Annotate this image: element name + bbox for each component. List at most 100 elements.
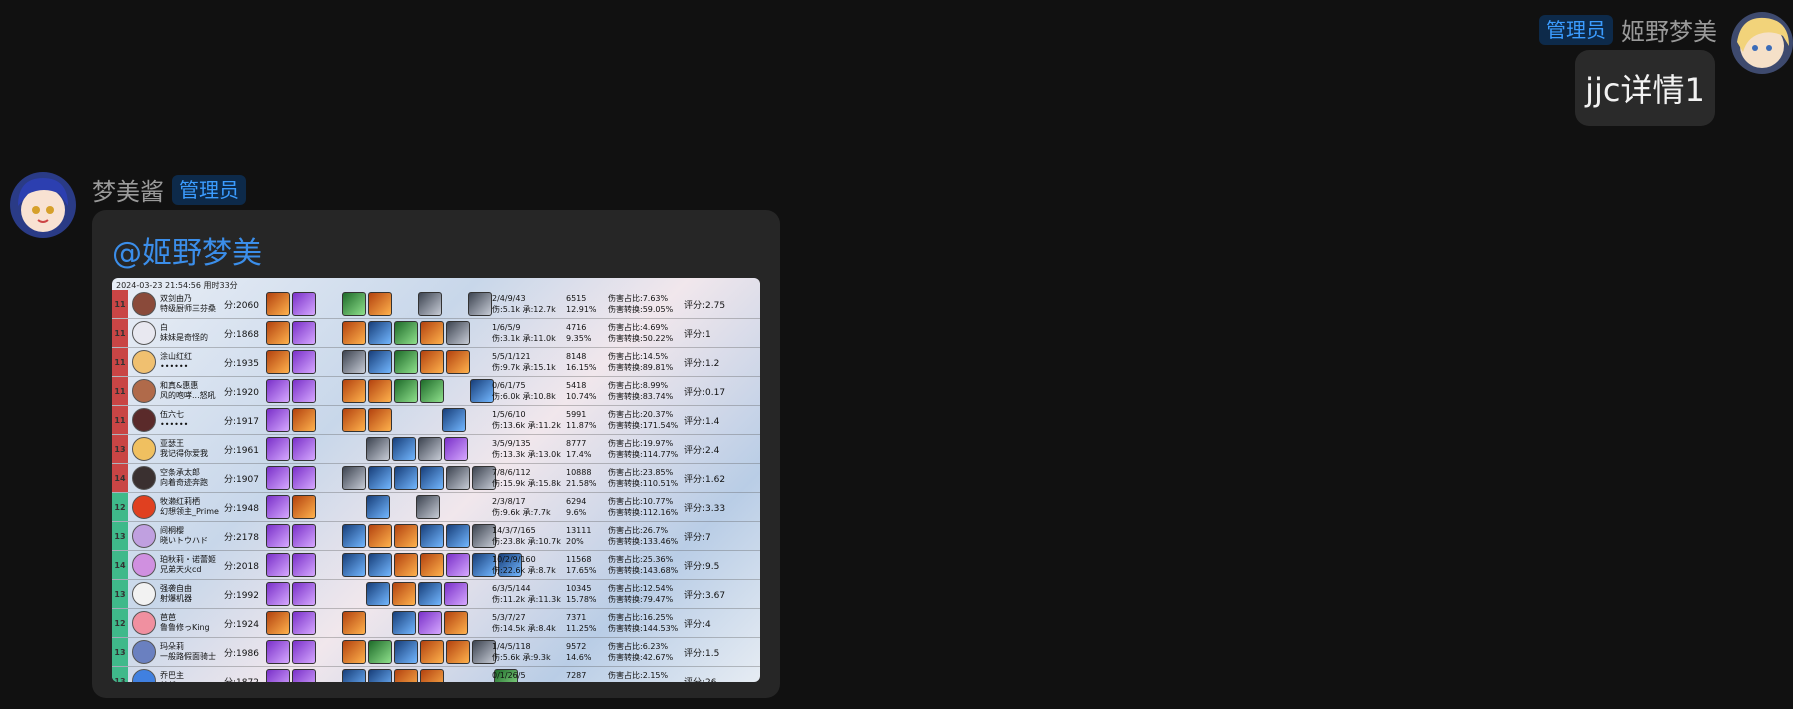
item-icon [394,408,416,430]
level-cell: 13 [112,667,128,682]
item-icon [342,524,366,548]
item-icon [418,611,442,635]
player-avatar [132,640,156,664]
rating-cell: 评分:1 [684,329,711,340]
player-avatar [132,495,156,519]
damage-cell: 4716 9.35% [566,323,592,343]
item-icons [266,640,496,664]
player-avatar [132,437,156,461]
player-avatar [132,321,156,345]
item-icon [446,466,470,490]
item-icon [366,495,390,519]
rating-cell: 评分:26 [684,675,738,683]
level-cell: 13 [112,522,128,550]
player-name: 强袭自由 射爆机器 [160,584,192,603]
item-icon [266,669,290,682]
sender-name[interactable]: 梦美酱 [92,172,164,207]
table-row: 13 乔巴主前任 分:1872 0/1/26/5伤:1.9k 承:10.4k 72871… [112,667,760,682]
message-bubble[interactable]: jjc详情1 [1575,50,1715,126]
damage-share-cell: 伤害占比:19.97% 伤害转换:114.77% [608,439,679,459]
item-icon [416,495,440,519]
item-icon [446,553,470,577]
item-icon [318,466,340,488]
player-name: 牧濑红莉栖 幻想领主_Prime [160,497,219,516]
item-icon [318,611,340,633]
score-cell: 分:1917 [224,416,259,427]
score-cell: 分:1961 [224,445,259,456]
rating-cell: 评分:1.5 [684,648,720,659]
table-row: 13 强袭自由 射爆机器 分:1992 6/3/5/144 伤:11.2k 承:11.3k… [112,580,760,609]
damage-cell: 9572 14.6% [566,642,592,662]
item-icons [266,466,496,490]
item-icon [292,321,316,345]
player-name: 乔巴主前任 [160,671,184,682]
item-icon [292,495,316,519]
item-icon [292,437,316,461]
avatar[interactable] [10,172,76,238]
score-cell: 分:1920 [224,387,259,398]
sender-name[interactable]: 姬野梦美 [1621,12,1717,47]
item-icon [368,379,392,403]
avatar[interactable] [1731,12,1793,74]
item-icon [266,408,290,432]
damage-cell: 8777 17.4% [566,439,592,459]
item-icon [420,321,444,345]
item-icon [342,292,366,316]
score-cell: 分:1948 [224,503,259,514]
match-stats-image[interactable]: 2024-03-23 21:54:56 用时33分 11 双剑由乃 特级厨师三芬桑分… [112,278,760,682]
item-icon [420,640,444,664]
damage-share-cell: 伤害占比:6.23% 伤害转换:42.67% [608,642,674,662]
item-icon [292,350,316,374]
item-icon [292,379,316,403]
level-cell: 12 [112,609,128,637]
level-cell: 11 [112,319,128,347]
item-icon [292,553,316,577]
score-cell: 分:2018 [224,561,259,572]
damage-share-cell: 伤害占比:7.63% 伤害转换:59.05% [608,294,674,314]
player-name: 亚瑟王 我记得你爱我 [160,439,208,458]
item-icon [420,466,444,490]
item-icon [418,437,442,461]
item-icon [318,553,340,575]
item-icon [342,321,366,345]
damage-share-cell: 伤害占比:14.5% 伤害转换:89.81% [608,352,674,372]
rating-cell: 评分:2.4 [684,445,720,456]
item-icon [366,582,390,606]
kda-cell: 1/6/5/9 伤:3.1k 承:11.0k [492,323,556,343]
damage-cell: 5991 11.87% [566,410,597,430]
damage-share-cell: 伤害占比:26.7% 伤害转换:133.46% [608,526,679,546]
rating-cell: 评分:3.67 [684,590,726,601]
item-icon [342,466,366,490]
item-icons [266,321,492,345]
mention-link[interactable]: @姬野梦美 [112,228,262,272]
damage-cell: 8148 16.15% [566,352,597,372]
player-name: 和真&惠惠 风的咆哮...怒吼 [160,381,216,400]
item-icon [266,611,290,635]
rating-cell: 评分:4 [684,619,711,630]
table-row: 11 涂山红红 •••••• 分:1935 5/5/1/121 伤:9.7k 承:15.1… [112,348,760,377]
table-row: 12 芭芭 鲁鲁修っKing 分:1924 5/3/7/27 伤:14.5k 承:8.4k… [112,609,760,638]
table-row: 13 亚瑟王 我记得你爱我 分:1961 3/5/9/135 伤:13.3k 承:13.0… [112,435,760,464]
score-cell: 分:1924 [224,619,259,630]
kda-cell: 5/3/7/27 伤:14.5k 承:8.4k [492,613,556,633]
item-icon [292,524,316,548]
table-row: 11 和真&惠惠 风的咆哮...怒吼 分:1920 0/6/1/75 伤:6.0k 承:1… [112,377,760,406]
item-icon [318,321,340,343]
damage-share-cell: 伤害占比:23.85% 伤害转换:110.51% [608,468,679,488]
score-cell: 分:1992 [224,590,259,601]
rating-cell: 评分:9.5 [684,561,720,572]
item-icon [318,640,340,662]
item-icon [418,582,442,606]
item-icon [318,669,340,682]
item-icon [446,640,470,664]
admin-badge: 管理员 [172,174,246,205]
item-icon [318,495,340,517]
damage-cell: 5418 10.74% [566,381,597,401]
item-icon [318,524,340,546]
item-icon [394,350,418,374]
damage-share-cell: 伤害占比:8.99% 伤害转换:83.74% [608,381,674,401]
item-icon [342,408,366,432]
item-icons [266,350,492,374]
message-bubble[interactable]: @姬野梦美 2024-03-23 21:54:56 用时33分 11 双剑由乃 特级… [92,210,780,698]
item-icon [444,292,466,314]
